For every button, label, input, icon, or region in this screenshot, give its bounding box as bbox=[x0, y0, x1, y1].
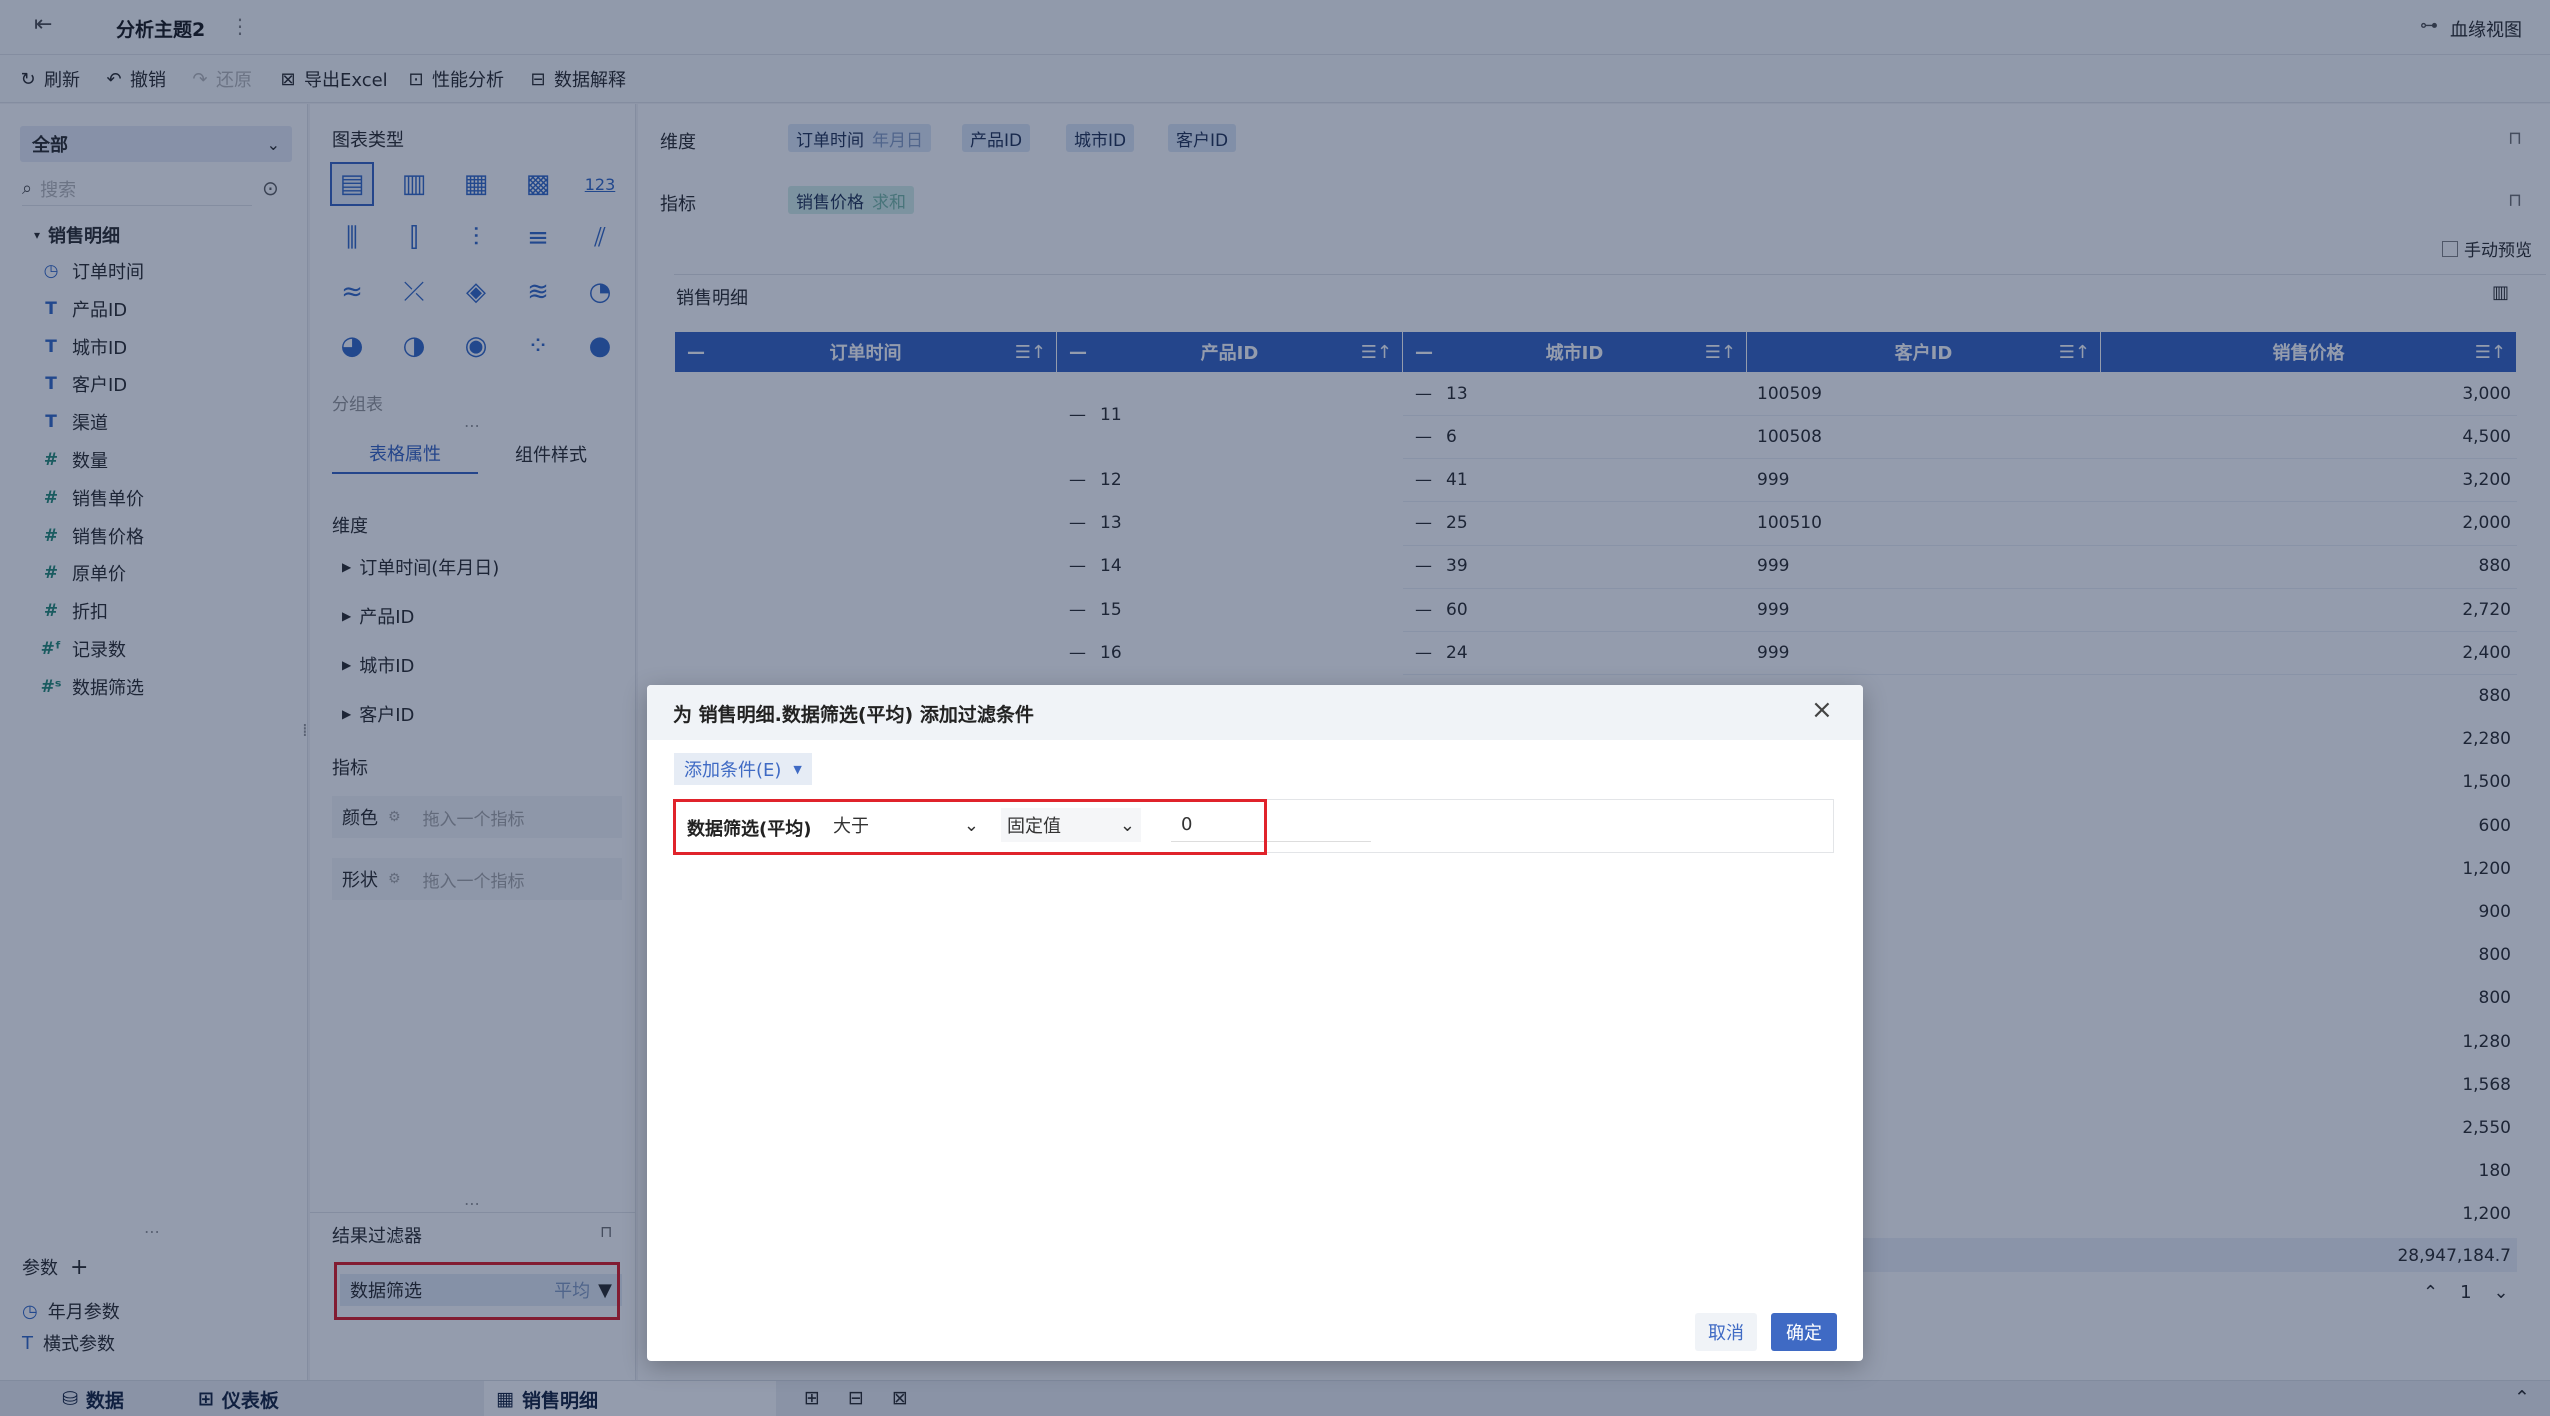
close-icon[interactable]: × bbox=[1811, 695, 1833, 725]
operator-select[interactable]: 大于 ⌄ bbox=[827, 808, 985, 842]
caret-down-icon: ▼ bbox=[793, 762, 802, 776]
value-input[interactable]: 0 bbox=[1171, 808, 1371, 842]
filter-dialog: 为 销售明细.数据筛选(平均) 添加过滤条件 × 添加条件(E) ▼ 数据筛选(… bbox=[647, 685, 1863, 1361]
chevron-down-icon: ⌄ bbox=[963, 814, 979, 836]
dialog-title: 为 销售明细.数据筛选(平均) 添加过滤条件 bbox=[673, 704, 1034, 726]
value-type-select[interactable]: 固定值 ⌄ bbox=[1001, 808, 1141, 842]
dialog-header: 为 销售明细.数据筛选(平均) 添加过滤条件 × bbox=[647, 685, 1863, 740]
cancel-button[interactable]: 取消 bbox=[1695, 1313, 1757, 1351]
confirm-button[interactable]: 确定 bbox=[1771, 1313, 1837, 1351]
condition-row: 数据筛选(平均) 大于 ⌄ 固定值 ⌄ 0 bbox=[674, 799, 1834, 853]
condition-field: 数据筛选(平均) bbox=[687, 819, 812, 840]
chevron-down-icon: ⌄ bbox=[1119, 814, 1135, 836]
add-condition-button[interactable]: 添加条件(E) ▼ bbox=[674, 753, 812, 785]
